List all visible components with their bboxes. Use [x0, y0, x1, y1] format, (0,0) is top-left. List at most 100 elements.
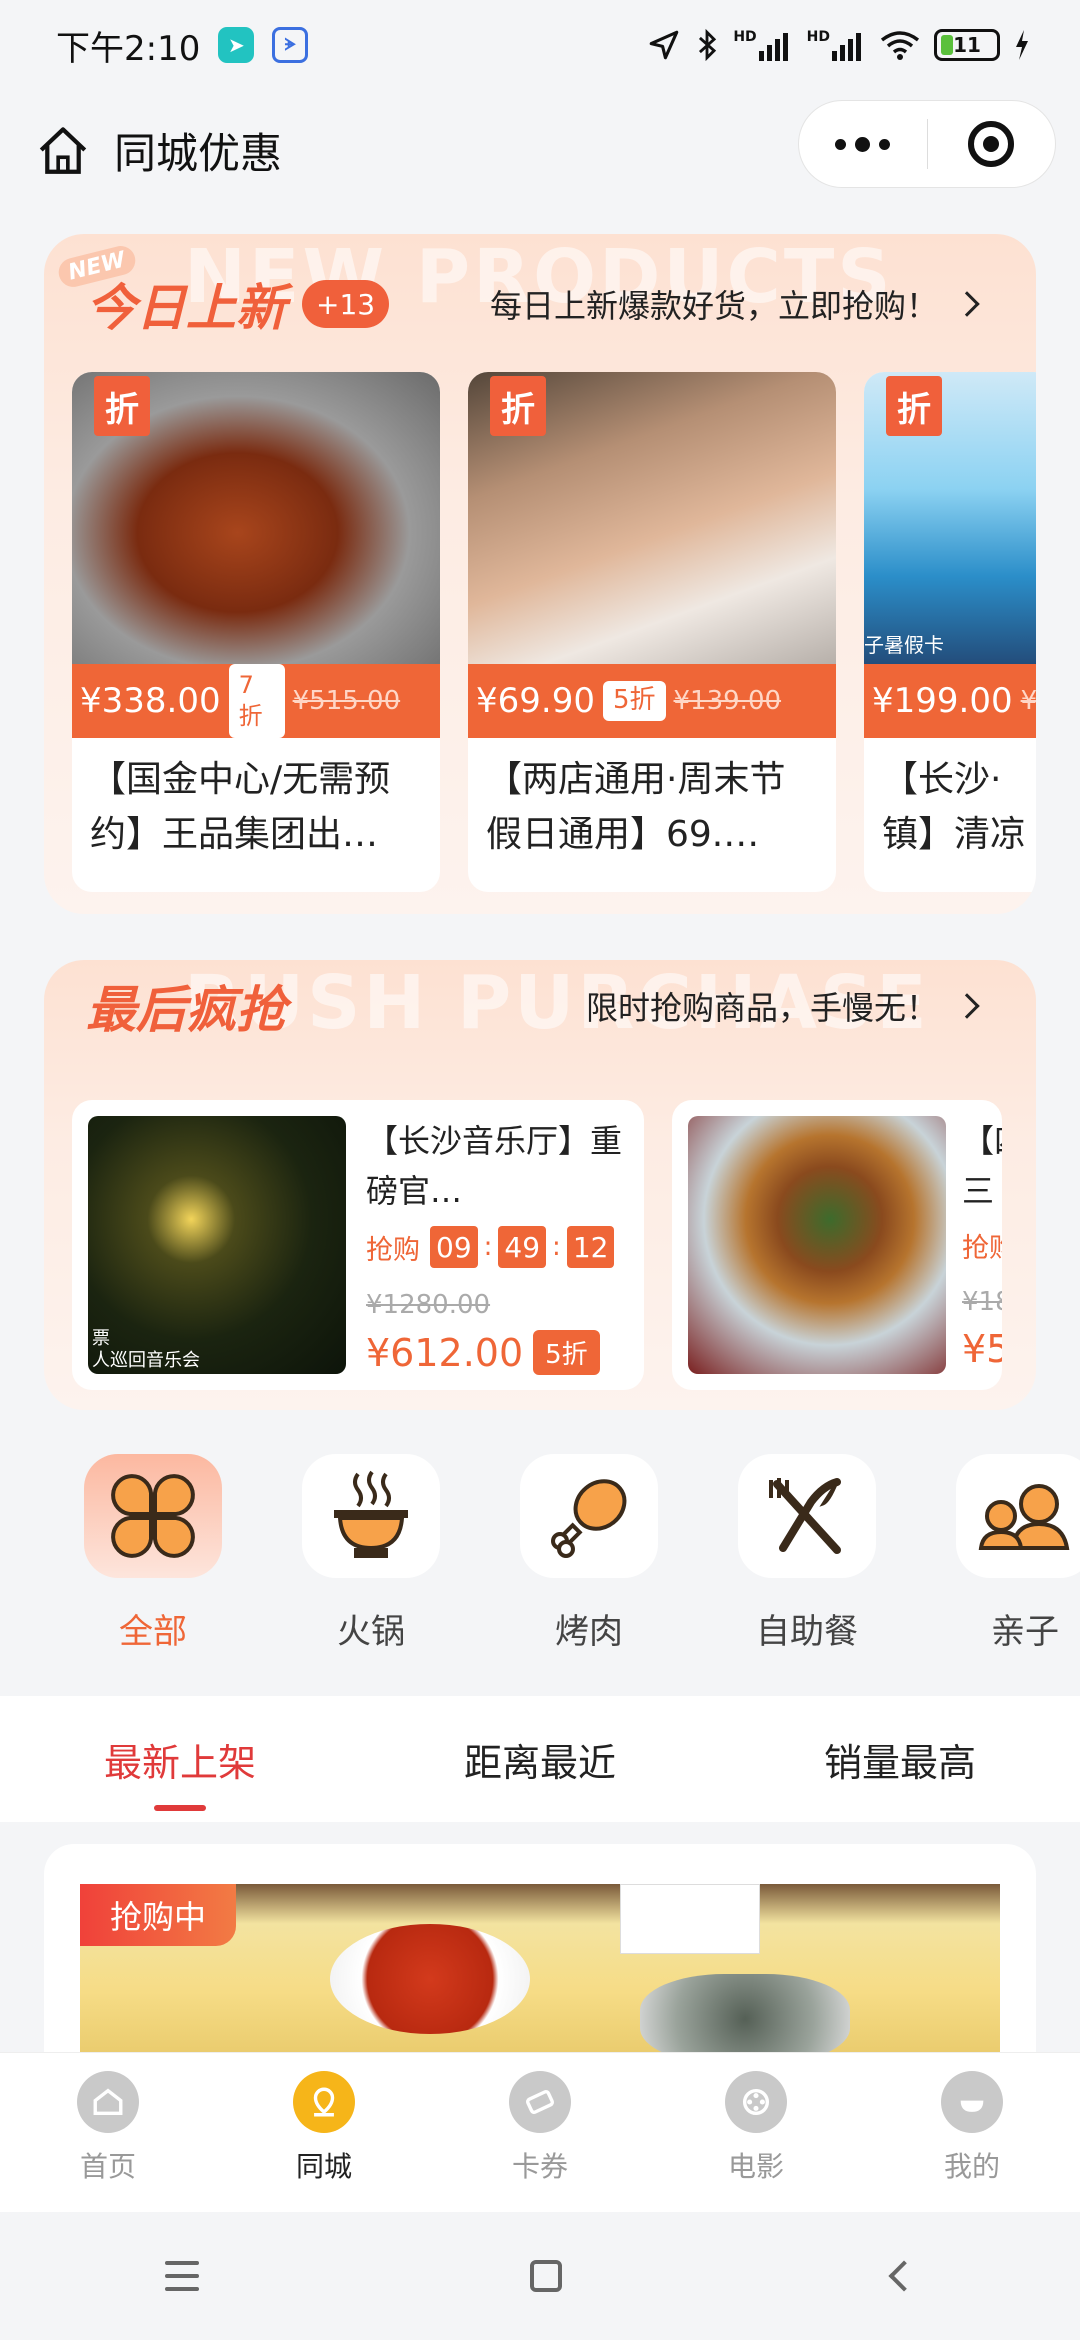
section-more-link[interactable]: 每日上新爆款好货，立即抢购！: [489, 281, 980, 327]
original-price: ¥1280.00: [366, 1290, 491, 1320]
rush-item-image: 票 人巡回音乐会: [88, 1116, 346, 1374]
bluetooth-icon: [699, 28, 717, 62]
current-price: ¥59: [962, 1327, 1002, 1371]
section-header: 今日上新 +13 每日上新爆款好货，立即抢购！: [44, 264, 1036, 344]
tab-movies[interactable]: 电影: [648, 2053, 864, 2212]
tab-label: 卡券: [511, 2150, 568, 2183]
back-icon[interactable]: [888, 2260, 920, 2292]
oyster-plate: [640, 1974, 850, 2064]
current-price: ¥69.90: [476, 681, 595, 721]
product-card[interactable]: 折 子暑假卡 ¥199.00 ¥ 【长沙·镇】清凉: [864, 372, 1036, 892]
new-products-section: NEW PRODUCTS NEW 今日上新 +13 每日上新爆款好货，立即抢购！…: [44, 234, 1036, 914]
profile-icon: [941, 2071, 1003, 2133]
rush-item-name: 【四三鸭: [962, 1122, 1002, 1210]
product-image: 折: [468, 372, 836, 664]
section-more-link[interactable]: 限时抢购商品，手慢无！: [585, 983, 980, 1029]
charging-icon: [1016, 30, 1028, 60]
category-label: 烤肉: [555, 1612, 623, 1652]
original-price: ¥: [1020, 686, 1036, 716]
fork-knife-icon: [738, 1454, 876, 1578]
tab-newest[interactable]: 最新上架: [64, 1732, 296, 1811]
battery-icon: 11: [934, 29, 1000, 61]
section-title: 今日上新: [86, 279, 286, 337]
wifi-icon: [880, 31, 920, 60]
tab-label: 首页: [79, 2150, 136, 2183]
parent-child-icon: [956, 1454, 1080, 1578]
rush-item-card[interactable]: 【四三鸭 抢购 ¥189 ¥59: [672, 1100, 1002, 1390]
product-name: 【长沙·镇】清凉: [882, 759, 1027, 855]
grid-clover-icon: [84, 1454, 222, 1578]
original-price: ¥189: [962, 1287, 1002, 1317]
rush-item-card[interactable]: 票 人巡回音乐会 【长沙音乐厅】重磅官… 抢购 09 : 49 : 12 ¥12…: [72, 1100, 644, 1390]
location-pin-icon: [293, 2071, 355, 2133]
status-bar: 下午2:10 ➤ ᗘ HD HD 11: [0, 0, 1080, 90]
home-icon: [77, 2071, 139, 2133]
navigation-app-icon: ➤: [218, 27, 255, 63]
hd-label: HD: [733, 29, 757, 45]
tab-city[interactable]: 同城: [216, 2053, 432, 2212]
current-price: ¥338.00: [80, 681, 221, 721]
countdown-hours: 09: [430, 1226, 478, 1268]
tab-coupons[interactable]: 卡券: [432, 2053, 648, 2212]
film-reel-icon: [725, 2071, 787, 2133]
hotpot-icon: [302, 1454, 440, 1578]
tab-profile[interactable]: 我的: [864, 2053, 1080, 2212]
category-buffet[interactable]: 自助餐: [698, 1454, 916, 1664]
rush-item-name: 【长沙音乐厅】重磅官…: [366, 1122, 623, 1210]
food-box: [620, 1884, 760, 1954]
product-card[interactable]: 折 ¥69.90 5折 ¥139.00 【两店通用·周末节假日通用】69.…: [468, 372, 836, 892]
rush-carousel[interactable]: 票 人巡回音乐会 【长沙音乐厅】重磅官… 抢购 09 : 49 : 12 ¥12…: [72, 1100, 1002, 1390]
square-home-icon[interactable]: [529, 2260, 562, 2292]
crayfish-plate: [330, 1924, 530, 2034]
original-price: ¥515.00: [292, 686, 401, 716]
product-card[interactable]: 折 ¥338.00 7折 ¥515.00 【国金中心/无需预约】王品集团出…: [72, 372, 440, 892]
status-time: 下午2:10: [56, 28, 201, 69]
category-all[interactable]: 全部: [44, 1454, 262, 1664]
category-label: 全部: [119, 1612, 187, 1652]
category-bbq[interactable]: 烤肉: [480, 1454, 698, 1664]
section-title: 最后疯抢: [86, 981, 286, 1039]
price-bar: ¥69.90 5折 ¥139.00: [468, 664, 836, 738]
image-caption: 子暑假卡: [864, 633, 944, 657]
category-label: 自助餐: [756, 1612, 858, 1652]
system-navigation-bar: [0, 2212, 1080, 2340]
product-carousel[interactable]: 折 ¥338.00 7折 ¥515.00 【国金中心/无需预约】王品集团出… 折…: [72, 372, 1036, 892]
tab-label: 我的: [943, 2150, 1000, 2183]
original-price: ¥139.00: [673, 686, 782, 716]
tab-label: 同城: [295, 2150, 352, 2183]
signal-icon: [832, 33, 861, 61]
price-bar: ¥199.00 ¥: [864, 664, 1036, 738]
current-price: ¥612.00: [366, 1330, 524, 1375]
feed-item-card[interactable]: 抢购中: [44, 1844, 1036, 2064]
menu-icon[interactable]: [165, 2261, 200, 2291]
category-hotpot[interactable]: 火锅: [262, 1454, 480, 1664]
signal-icon: [758, 33, 788, 61]
location-icon: [650, 30, 679, 60]
home-icon[interactable]: [34, 121, 92, 179]
discount-tag: 折: [886, 376, 942, 436]
product-name: 【两店通用·周末节假日通用】69.…: [486, 759, 786, 855]
drumstick-icon: [520, 1454, 658, 1578]
countdown-label: 抢购: [366, 1234, 420, 1266]
tab-best-selling[interactable]: 销量最高: [784, 1732, 1016, 1787]
section-subtitle: 每日上新爆款好货，立即抢购！: [489, 287, 938, 325]
tab-nearest[interactable]: 距离最近: [424, 1732, 656, 1787]
category-label: 火锅: [337, 1612, 405, 1652]
category-family[interactable]: 亲子: [916, 1454, 1080, 1664]
app-notification-icon: ᗘ: [272, 27, 309, 63]
countdown-seconds: 12: [566, 1226, 615, 1268]
more-dots-icon[interactable]: [799, 136, 927, 152]
tab-home[interactable]: 首页: [0, 2053, 216, 2212]
product-image: 折: [72, 372, 440, 664]
countdown-timer: 抢购 09 : 49 : 12: [366, 1226, 628, 1268]
chevron-right-icon: [954, 993, 980, 1019]
category-row: 全部 火锅 烤肉 自助餐 亲子: [44, 1454, 1080, 1664]
target-close-icon[interactable]: [928, 121, 1056, 167]
discount-badge: 7折: [228, 663, 285, 739]
section-subtitle: 限时抢购商品，手慢无！: [585, 989, 938, 1027]
tab-label: 电影: [727, 2150, 784, 2183]
sort-tabs: 最新上架 距离最近 销量最高: [0, 1696, 1080, 1822]
discount-tag: 折: [490, 376, 546, 436]
nav-bar: 同城优惠: [0, 90, 1080, 210]
count-badge: +13: [302, 280, 390, 328]
